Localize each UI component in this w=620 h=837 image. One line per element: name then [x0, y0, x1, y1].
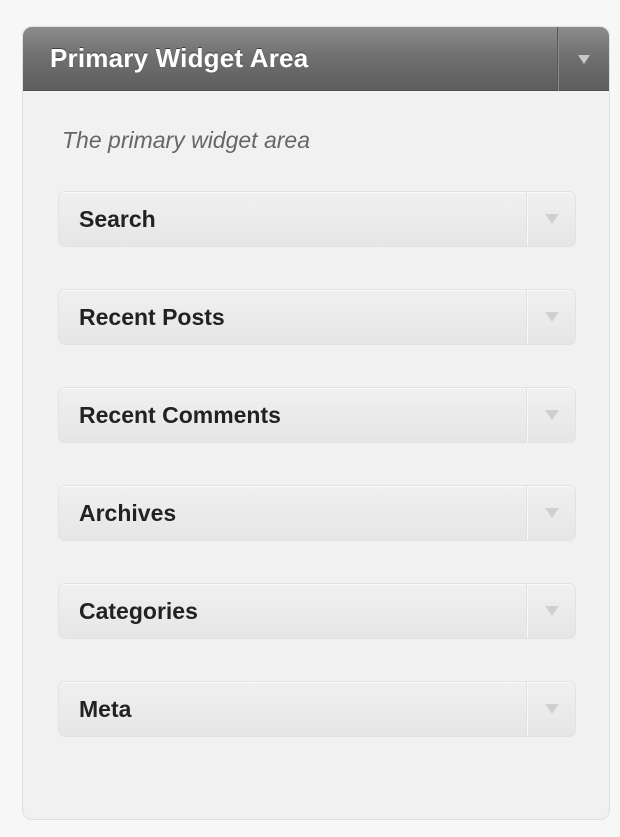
widget-recent-comments[interactable]: Recent Comments: [58, 387, 576, 443]
triangle-down-icon: [544, 704, 559, 714]
widget-title: Recent Comments: [79, 401, 281, 428]
triangle-down-icon: [577, 54, 590, 64]
triangle-down-icon: [544, 508, 559, 518]
widget-archives[interactable]: Archives: [58, 485, 576, 541]
widget-categories[interactable]: Categories: [58, 583, 576, 639]
widget-search[interactable]: Search: [58, 191, 576, 247]
triangle-down-icon: [544, 606, 559, 616]
widget-title: Recent Posts: [79, 303, 225, 330]
triangle-down-icon: [544, 410, 559, 420]
widget-recent-posts[interactable]: Recent Posts: [58, 289, 576, 345]
widget-title: Categories: [79, 597, 198, 624]
widget-area-header[interactable]: Primary Widget Area: [23, 27, 609, 91]
widget-area-panel: Primary Widget Area The primary widget a…: [22, 26, 610, 820]
widget-list: Search Recent Posts Recent Comments Arch…: [58, 191, 576, 779]
widget-toggle-button[interactable]: [527, 192, 575, 246]
widget-toggle-button[interactable]: [527, 388, 575, 442]
widget-meta[interactable]: Meta: [58, 681, 576, 737]
widget-title: Meta: [79, 695, 132, 722]
widget-area-title: Primary Widget Area: [50, 43, 309, 73]
triangle-down-icon: [544, 312, 559, 322]
widget-toggle-button[interactable]: [527, 486, 575, 540]
widget-toggle-button[interactable]: [527, 584, 575, 638]
widget-area-toggle-button[interactable]: [557, 27, 609, 91]
widget-toggle-button[interactable]: [527, 290, 575, 344]
widget-area-description: The primary widget area: [62, 127, 310, 153]
triangle-down-icon: [544, 214, 559, 224]
widget-toggle-button[interactable]: [527, 682, 575, 736]
widget-title: Search: [79, 205, 156, 232]
widget-title: Archives: [79, 499, 177, 526]
